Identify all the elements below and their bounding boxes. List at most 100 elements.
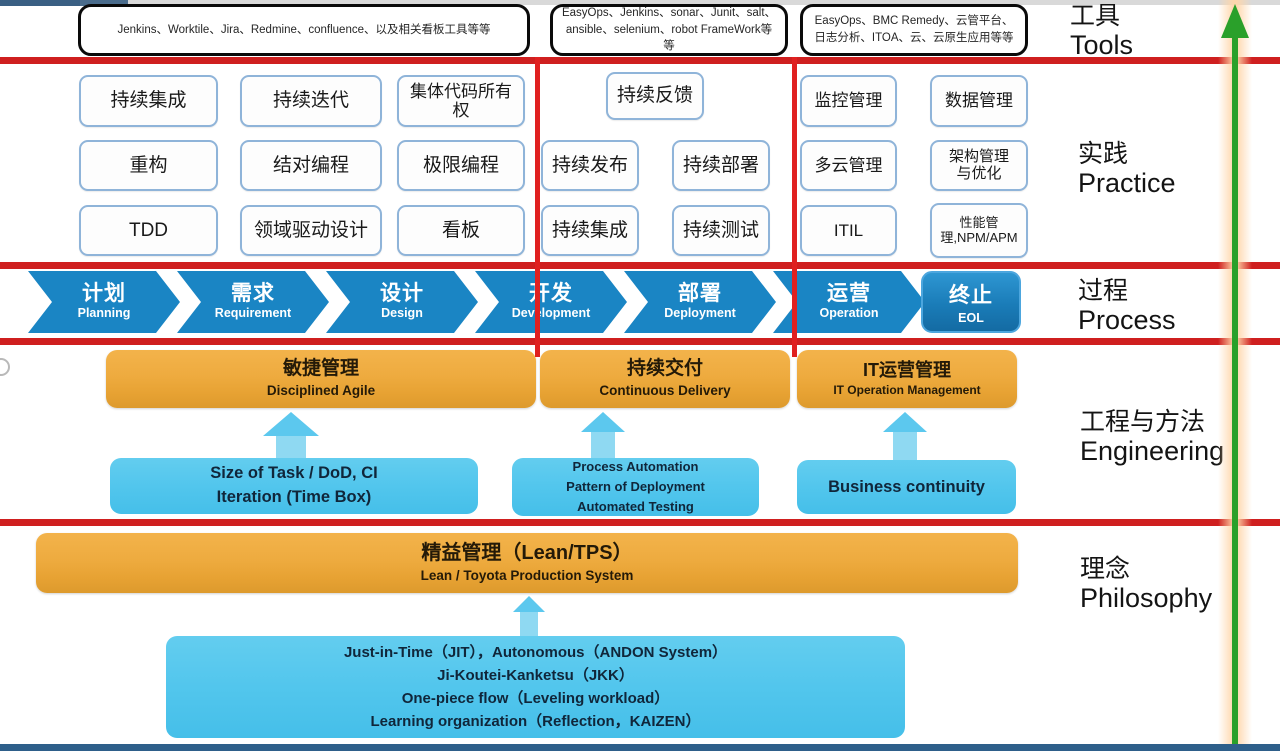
practice-delivery-4: 持续测试 [672,205,770,256]
layer-label-zh: 工程与方法 [1080,408,1206,436]
layer-label-practice: 实践 Practice [1078,140,1176,198]
bottom-blue-strip [0,744,1280,751]
engineering-bar-agile: 敏捷管理 Disciplined Agile [106,350,536,408]
engineering-detail-line: Business continuity [828,477,985,496]
practice-label: 持续集成 [551,219,628,241]
practice-agile-4: 结对编程 [240,140,382,191]
practice-agile-0: 持续集成 [79,75,218,127]
layer-label-process: 过程 Process [1078,277,1176,335]
process-stage-zh: 需求 [231,281,275,305]
engineering-bar-itops: IT运营管理 IT Operation Management [797,350,1017,408]
layer-label-zh: 工具 [1070,2,1121,30]
tools-agile-text: Jenkins、Worktile、Jira、Redmine、confluence… [117,23,491,36]
tools-box-delivery: EasyOps、Jenkins、sonar、Junit、salt、ansible… [550,4,788,56]
arrow-up-delivery [580,412,626,460]
practice-delivery-1: 持续发布 [541,140,639,191]
layer-label-zh: 实践 [1078,140,1129,168]
practice-label: 监控管理 [814,91,883,111]
practice-agile-7: 领域驱动设计 [240,205,382,256]
vertical-divider-1 [535,57,540,357]
layer-label-philosophy: 理念 Philosophy [1080,555,1212,613]
tools-itops-text: EasyOps、BMC Remedy、云管平台、日志分析、ITOA、云、云原生应… [814,15,1014,44]
philosophy-bar-zh: 精益管理（Lean/TPS） [421,541,633,564]
practice-label: 看板 [441,219,480,241]
process-stage-0: 计划 Planning [28,271,180,333]
layer-label-en: Engineering [1080,436,1225,466]
process-stage-eol: 终止 EOL [921,271,1021,333]
philosophy-detail-line: Ji-Koutei-Kanketsu（JKK） [437,666,634,684]
arrow-shaft [591,430,615,460]
layer-label-en: Process [1078,305,1176,335]
process-stage-en: Planning [77,306,131,321]
practice-label: 性能管理,NPM/APM [940,214,1018,245]
arrow-head [263,412,319,436]
process-stage-zh: 计划 [82,281,126,305]
practice-label: ITIL [833,220,864,240]
practice-label: 集体代码所有权 [410,81,512,120]
tools-delivery-text: EasyOps、Jenkins、sonar、Junit、salt、ansible… [561,7,777,53]
practice-label: 持续集成 [110,90,187,112]
practice-agile-2: 集体代码所有权 [397,75,525,127]
divider-process-engineering [0,338,1280,345]
practice-delivery-3: 持续集成 [541,205,639,256]
engineering-detail-line: Size of Task / DoD, CI [210,464,378,483]
divider-practice-process [0,262,1280,269]
process-stage-en: Deployment [664,306,736,321]
practice-agile-3: 重构 [79,140,218,191]
process-stage-en: Operation [819,306,879,321]
process-stage-en: Requirement [214,306,292,321]
engineering-bar-zh: IT运营管理 [863,359,951,380]
practice-delivery-2: 持续部署 [672,140,770,191]
process-stage-zh: 运营 [827,281,871,305]
process-stage-2: 设计 Design [326,271,478,333]
practice-itops-5: 性能管理,NPM/APM [930,203,1028,258]
engineering-bar-zh: 持续交付 [626,357,703,379]
process-stage-en: Development [511,306,591,321]
philosophy-detail-line: Just-in-Time（JIT），Autonomous（ANDON Syste… [343,643,728,661]
engineering-bar-delivery: 持续交付 Continuous Delivery [540,350,790,408]
engineering-bar-en: Continuous Delivery [599,382,731,398]
process-stage-zh: 设计 [380,281,424,305]
practice-label: 极限编程 [422,154,499,176]
practice-label: 持续反馈 [616,85,693,107]
decorative-circle [0,358,10,376]
practice-label: 结对编程 [272,154,349,176]
practice-label: 持续部署 [682,154,759,176]
divider-engineering-philosophy [0,519,1280,526]
practice-label: 持续测试 [682,219,759,241]
layer-label-en: Tools [1070,30,1134,60]
maturity-arrow-icon [1221,4,1249,751]
engineering-bar-zh: 敏捷管理 [282,357,359,379]
arrow-shaft [520,611,538,636]
engineering-detail-line: Automated Testing [577,499,694,515]
tools-box-agile: Jenkins、Worktile、Jira、Redmine、confluence… [78,4,530,56]
practice-agile-6: TDD [79,205,218,256]
process-eol-zh: 终止 [949,284,993,307]
layer-label-zh: 理念 [1080,555,1131,583]
engineering-detail-delivery: Process Automation Pattern of Deployment… [512,458,759,516]
practice-label: 架构管理与优化 [948,147,1009,182]
layer-label-en: Philosophy [1080,583,1213,613]
practice-delivery-0: 持续反馈 [606,72,704,120]
philosophy-bar-en: Lean / Toyota Production System [420,567,634,583]
practice-itops-0: 监控管理 [800,75,897,127]
engineering-detail-itops: Business continuity [797,460,1016,514]
engineering-detail-line: Iteration (Time Box) [216,488,372,506]
engineering-bar-en: IT Operation Management [833,382,981,397]
practice-label: TDD [128,219,169,241]
diagram-canvas: Jenkins、Worktile、Jira、Redmine、confluence… [0,0,1280,751]
arrow-up-agile [262,412,320,462]
process-eol-en: EOL [958,311,984,325]
practice-agile-1: 持续迭代 [240,75,382,127]
practice-itops-1: 数据管理 [930,75,1028,127]
layer-label-tools: 工具 Tools [1070,2,1133,60]
layer-label-zh: 过程 [1078,277,1129,305]
practice-label: 持续发布 [551,154,628,176]
arrow-up-itops [882,412,928,460]
practice-agile-8: 看板 [397,205,525,256]
practice-itops-2: 多云管理 [800,140,897,191]
arrow-head [581,412,625,432]
practice-label: 领域驱动设计 [253,219,368,241]
engineering-detail-line: Process Automation [572,458,699,474]
process-stage-1: 需求 Requirement [177,271,329,333]
